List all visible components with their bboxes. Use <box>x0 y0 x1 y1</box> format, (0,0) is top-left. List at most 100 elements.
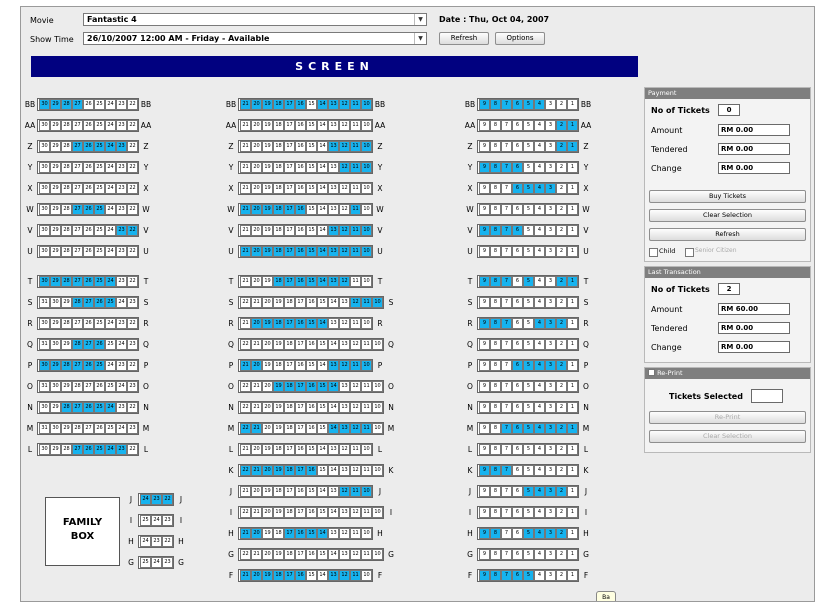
seat-button[interactable]: 20 <box>251 570 262 581</box>
buy-tickets-button[interactable]: Buy Tickets <box>649 190 806 203</box>
seat-button[interactable]: 24 <box>140 494 151 505</box>
seat-button[interactable]: 28 <box>61 99 72 110</box>
seat-button[interactable]: 12 <box>339 141 350 152</box>
seat-button[interactable]: 3 <box>545 528 556 539</box>
seat-button[interactable]: 15 <box>306 444 317 455</box>
seat-button[interactable]: 20 <box>262 339 273 350</box>
seat-button[interactable]: 27 <box>83 381 94 392</box>
seat-button[interactable]: 8 <box>490 318 501 329</box>
seat-button[interactable]: 21 <box>251 465 262 476</box>
seat-button[interactable]: 2 <box>556 141 567 152</box>
seat-button[interactable]: 18 <box>284 339 295 350</box>
seat-button[interactable]: 3 <box>545 276 556 287</box>
seat-button[interactable]: 12 <box>339 528 350 539</box>
seat-button[interactable]: 14 <box>317 570 328 581</box>
seat-button[interactable]: 26 <box>83 444 94 455</box>
seat-button[interactable]: 13 <box>339 549 350 560</box>
seat-button[interactable]: 17 <box>295 507 306 518</box>
seat-button[interactable]: 14 <box>328 423 339 434</box>
seat-button[interactable]: 11 <box>350 162 361 173</box>
seat-button[interactable]: 4 <box>534 318 545 329</box>
seat-button[interactable]: 13 <box>328 204 339 215</box>
seat-button[interactable]: 25 <box>105 381 116 392</box>
seat-button[interactable]: 4 <box>534 225 545 236</box>
seat-button[interactable]: 12 <box>350 507 361 518</box>
seat-button[interactable]: 17 <box>284 99 295 110</box>
seat-button[interactable]: 10 <box>361 141 372 152</box>
seat-button[interactable]: 13 <box>328 225 339 236</box>
seat-button[interactable]: 7 <box>501 402 512 413</box>
seat-button[interactable]: 27 <box>72 141 83 152</box>
seat-button[interactable]: 1 <box>567 276 578 287</box>
seat-button[interactable]: 11 <box>361 297 372 308</box>
seat-button[interactable]: 21 <box>240 183 251 194</box>
seat-button[interactable]: 23 <box>127 381 138 392</box>
seat-button[interactable]: 8 <box>490 99 501 110</box>
seat-button[interactable]: 25 <box>94 162 105 173</box>
seat-button[interactable]: 13 <box>328 276 339 287</box>
seat-button[interactable]: 9 <box>479 465 490 476</box>
seat-button[interactable]: 24 <box>151 515 162 526</box>
seat-button[interactable]: 11 <box>361 423 372 434</box>
seat-button[interactable]: 29 <box>50 402 61 413</box>
seat-button[interactable]: 6 <box>512 444 523 455</box>
seat-button[interactable]: 4 <box>534 486 545 497</box>
seat-button[interactable]: 15 <box>317 549 328 560</box>
seat-button[interactable]: 15 <box>306 528 317 539</box>
seat-button[interactable]: 1 <box>567 225 578 236</box>
seat-button[interactable]: 17 <box>284 318 295 329</box>
seat-button[interactable]: 19 <box>262 183 273 194</box>
seat-button[interactable]: 25 <box>94 225 105 236</box>
seat-button[interactable]: 28 <box>61 225 72 236</box>
seat-button[interactable]: 2 <box>556 225 567 236</box>
seat-button[interactable]: 13 <box>328 141 339 152</box>
seat-button[interactable]: 14 <box>328 381 339 392</box>
options-button[interactable]: Options <box>495 32 545 45</box>
seat-button[interactable]: 2 <box>556 246 567 257</box>
seat-button[interactable]: 14 <box>317 528 328 539</box>
seat-button[interactable]: 21 <box>240 360 251 371</box>
seat-button[interactable]: 28 <box>61 276 72 287</box>
seat-button[interactable]: 11 <box>350 360 361 371</box>
seat-button[interactable]: 14 <box>328 507 339 518</box>
seat-button[interactable]: 6 <box>512 318 523 329</box>
seat-button[interactable]: 4 <box>534 162 545 173</box>
seat-button[interactable]: 14 <box>317 276 328 287</box>
seat-button[interactable]: 16 <box>306 381 317 392</box>
seat-button[interactable]: 4 <box>534 183 545 194</box>
chevron-down-icon[interactable]: ▼ <box>414 33 426 44</box>
seat-button[interactable]: 2 <box>556 183 567 194</box>
seat-button[interactable]: 11 <box>350 528 361 539</box>
seat-button[interactable]: 21 <box>240 99 251 110</box>
seat-button[interactable]: 16 <box>306 549 317 560</box>
seat-button[interactable]: 20 <box>262 507 273 518</box>
movie-select[interactable]: Fantastic 4 ▼ <box>83 13 427 26</box>
seat-button[interactable]: 26 <box>83 246 94 257</box>
seat-button[interactable]: 10 <box>372 549 383 560</box>
reprint-clear-button[interactable]: Clear Selection <box>649 430 806 443</box>
seat-button[interactable]: 1 <box>567 381 578 392</box>
seat-button[interactable]: 12 <box>339 183 350 194</box>
seat-button[interactable]: 13 <box>328 444 339 455</box>
seat-button[interactable]: 5 <box>523 360 534 371</box>
seat-button[interactable]: 26 <box>94 381 105 392</box>
seat-button[interactable]: 4 <box>534 246 545 257</box>
seat-button[interactable]: 26 <box>83 318 94 329</box>
seat-button[interactable]: 16 <box>295 318 306 329</box>
seat-button[interactable]: 15 <box>317 297 328 308</box>
seat-button[interactable]: 3 <box>545 246 556 257</box>
seat-button[interactable]: 8 <box>490 204 501 215</box>
seat-button[interactable]: 5 <box>523 465 534 476</box>
seat-button[interactable]: 1 <box>567 339 578 350</box>
seat-button[interactable]: 15 <box>306 225 317 236</box>
seat-button[interactable]: 7 <box>501 246 512 257</box>
seat-button[interactable]: 5 <box>523 507 534 518</box>
seat-button[interactable]: 4 <box>534 120 545 131</box>
seat-button[interactable]: 21 <box>251 507 262 518</box>
seat-button[interactable]: 29 <box>50 360 61 371</box>
seat-button[interactable]: 2 <box>556 297 567 308</box>
seat-button[interactable]: 27 <box>72 276 83 287</box>
seat-button[interactable]: 15 <box>306 141 317 152</box>
seat-button[interactable]: 16 <box>295 246 306 257</box>
seat-button[interactable]: 19 <box>273 381 284 392</box>
